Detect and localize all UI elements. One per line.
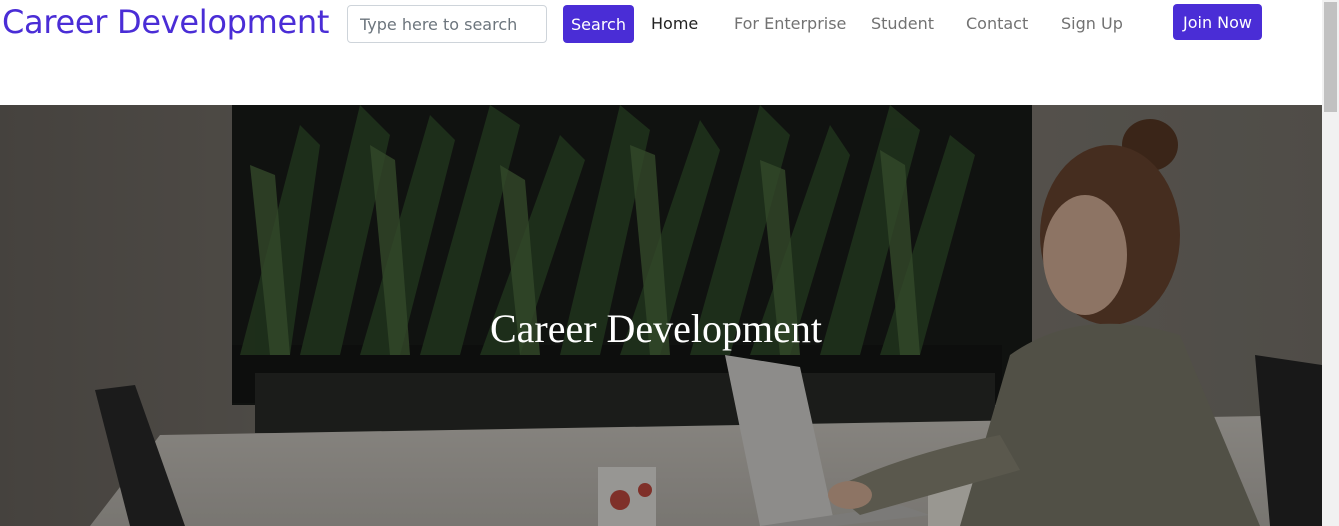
page-scrollbar[interactable] <box>1322 0 1339 526</box>
search-input[interactable] <box>347 5 547 43</box>
hero-title: Career Development <box>489 306 823 351</box>
scrollbar-thumb[interactable] <box>1324 2 1337 112</box>
top-navbar: Career Development Search Home For Enter… <box>0 0 1322 105</box>
nav-link-home[interactable]: Home <box>651 14 698 34</box>
join-now-button[interactable]: Join Now <box>1173 4 1262 40</box>
nav-link-contact[interactable]: Contact <box>966 14 1028 34</box>
hero-banner: Career Development <box>0 105 1322 526</box>
search-button[interactable]: Search <box>563 5 634 43</box>
nav-link-sign-up[interactable]: Sign Up <box>1061 14 1123 34</box>
nav-link-for-enterprise[interactable]: For Enterprise <box>734 14 846 34</box>
nav-link-student[interactable]: Student <box>871 14 934 34</box>
brand-logo-link[interactable]: Career Development <box>2 2 329 42</box>
